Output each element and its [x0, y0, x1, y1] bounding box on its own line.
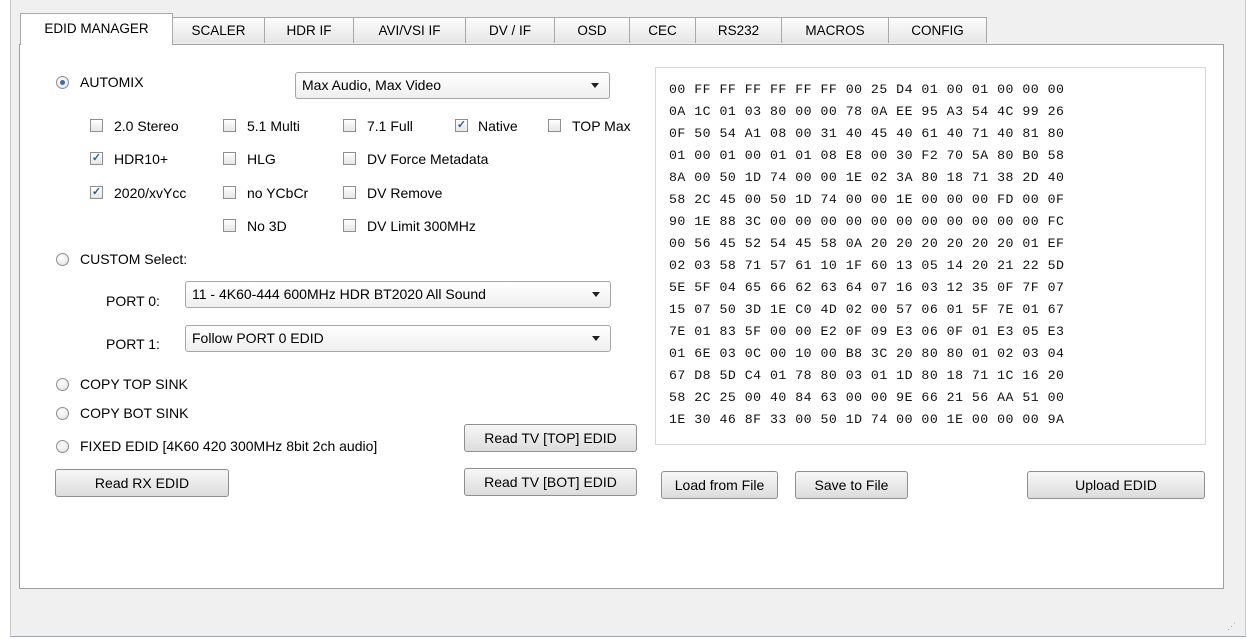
hex-row: 00 FF FF FF FF FF FF 00 25 D4 01 00 01 0…	[669, 82, 1065, 97]
tab-cec[interactable]: CEC	[629, 17, 696, 43]
dv-limit-300mhz-checkbox[interactable]	[343, 219, 356, 232]
hex-row: 15 07 50 3D 1E C0 4D 02 00 57 06 01 5F 7…	[669, 302, 1065, 317]
port0-edid-select[interactable]: 11 - 4K60-444 600MHz HDR BT2020 All Soun…	[185, 281, 611, 308]
no-ycbcr-checkbox[interactable]	[223, 186, 236, 199]
hdr10plus-checkbox[interactable]: ✓	[90, 152, 103, 165]
native-checkbox[interactable]: ✓	[455, 119, 468, 132]
hex-row: 90 1E 88 3C 00 00 00 00 00 00 00 00 00 0…	[669, 214, 1065, 229]
stereo-2-0-label: 2.0 Stereo	[114, 118, 179, 134]
dv-remove-checkbox[interactable]	[343, 186, 356, 199]
no-3d-label: No 3D	[247, 218, 287, 234]
read-tv-top-edid-button[interactable]: Read TV [TOP] EDID	[464, 424, 637, 452]
chevron-down-icon	[592, 336, 600, 341]
status-bar: ⋰	[11, 600, 1243, 636]
hex-row: 1E 30 46 8F 33 00 50 1D 74 00 00 1E 00 0…	[669, 412, 1065, 427]
tab-dv-if[interactable]: DV / IF	[465, 17, 555, 43]
native-label: Native	[478, 118, 518, 134]
hex-row: 01 00 01 00 01 01 08 E8 00 30 F2 70 5A 8…	[669, 148, 1065, 163]
automix-radio[interactable]	[56, 76, 69, 89]
automix-mode-select[interactable]: Max Audio, Max Video	[295, 72, 610, 99]
automix-mode-value: Max Audio, Max Video	[302, 77, 442, 93]
hex-row: 00 56 45 52 54 45 58 0A 20 20 20 20 20 2…	[669, 236, 1065, 251]
hdr10plus-label: HDR10+	[114, 151, 169, 167]
custom-select-radio[interactable]	[56, 253, 69, 266]
upload-edid-button[interactable]: Upload EDID	[1027, 471, 1205, 499]
top-max-label: TOP Max	[572, 118, 631, 134]
port1-label: PORT 1:	[106, 336, 160, 352]
hex-row: 7E 01 83 5F 00 00 E2 0F 09 E3 06 0F 01 E…	[669, 324, 1065, 339]
full-7-1-checkbox[interactable]	[343, 119, 356, 132]
edid-hex-view[interactable]: 00 FF FF FF FF FF FF 00 25 D4 01 00 01 0…	[655, 67, 1206, 445]
port0-label: PORT 0:	[106, 293, 160, 309]
hex-row: 67 D8 5D C4 01 78 80 03 01 1D 80 18 71 1…	[669, 368, 1065, 383]
read-tv-bot-edid-button[interactable]: Read TV [BOT] EDID	[464, 468, 637, 496]
tab-config[interactable]: CONFIG	[888, 17, 987, 43]
multi-5-1-checkbox[interactable]	[223, 119, 236, 132]
multi-5-1-label: 5.1 Multi	[247, 118, 300, 134]
port0-edid-value: 11 - 4K60-444 600MHz HDR BT2020 All Soun…	[192, 286, 486, 302]
hex-row: 5E 5F 04 65 66 62 63 64 07 16 03 12 35 0…	[669, 280, 1065, 295]
chevron-down-icon	[591, 83, 599, 88]
hlg-label: HLG	[247, 151, 276, 167]
full-7-1-label: 7.1 Full	[367, 118, 413, 134]
tab-rs232[interactable]: RS232	[695, 17, 782, 43]
port1-edid-value: Follow PORT 0 EDID	[192, 330, 324, 346]
tab-scaler[interactable]: SCALER	[172, 17, 265, 43]
no-ycbcr-label: no YCbCr	[247, 185, 309, 201]
bt2020-xvycc-checkbox[interactable]: ✓	[90, 186, 103, 199]
save-to-file-button[interactable]: Save to File	[795, 471, 908, 499]
copy-top-sink-radio[interactable]	[56, 378, 69, 391]
copy-top-sink-label: COPY TOP SINK	[80, 376, 188, 392]
dv-force-metadata-checkbox[interactable]	[343, 152, 356, 165]
resize-grip-icon[interactable]: ⋰	[1227, 621, 1237, 632]
fixed-edid-label: FIXED EDID [4K60 420 300MHz 8bit 2ch aud…	[80, 438, 378, 454]
hex-row: 58 2C 25 00 40 84 63 00 00 9E 66 21 56 A…	[669, 390, 1065, 405]
fixed-edid-radio[interactable]	[56, 440, 69, 453]
tab-macros[interactable]: MACROS	[781, 17, 889, 43]
no-3d-checkbox[interactable]	[223, 219, 236, 232]
hex-row: 58 2C 45 00 50 1D 74 00 00 1E 00 00 00 F…	[669, 192, 1065, 207]
tab-avi-vsi-if[interactable]: AVI/VSI IF	[353, 17, 466, 43]
hlg-checkbox[interactable]	[223, 152, 236, 165]
copy-bot-sink-radio[interactable]	[56, 407, 69, 420]
top-max-checkbox[interactable]	[548, 119, 561, 132]
copy-bot-sink-label: COPY BOT SINK	[80, 405, 189, 421]
bt2020-xvycc-label: 2020/xvYcc	[114, 185, 187, 201]
chevron-down-icon	[592, 292, 600, 297]
tab-hdr-if[interactable]: HDR IF	[264, 17, 354, 43]
port1-edid-select[interactable]: Follow PORT 0 EDID	[185, 325, 611, 352]
hex-row: 0F 50 54 A1 08 00 31 40 45 40 61 40 71 4…	[669, 126, 1065, 141]
tab-osd[interactable]: OSD	[554, 17, 630, 43]
stereo-2-0-checkbox[interactable]	[90, 119, 103, 132]
dv-limit-300mhz-label: DV Limit 300MHz	[367, 218, 476, 234]
read-rx-edid-button[interactable]: Read RX EDID	[55, 469, 229, 497]
tab-edid-manager[interactable]: EDID MANAGER	[20, 13, 173, 45]
dv-remove-label: DV Remove	[367, 185, 443, 201]
hex-row: 0A 1C 01 03 80 00 00 78 0A EE 95 A3 54 4…	[669, 104, 1065, 119]
hex-row: 01 6E 03 0C 00 10 00 B8 3C 20 80 80 01 0…	[669, 346, 1065, 361]
custom-select-label: CUSTOM Select:	[80, 251, 188, 267]
hex-row: 8A 00 50 1D 74 00 00 1E 02 3A 80 18 71 3…	[669, 170, 1065, 185]
hex-row: 02 03 58 71 57 61 10 1F 60 13 05 14 20 2…	[669, 258, 1065, 273]
dv-force-metadata-label: DV Force Metadata	[367, 151, 489, 167]
automix-label: AUTOMIX	[80, 74, 144, 90]
load-from-file-button[interactable]: Load from File	[661, 471, 778, 499]
